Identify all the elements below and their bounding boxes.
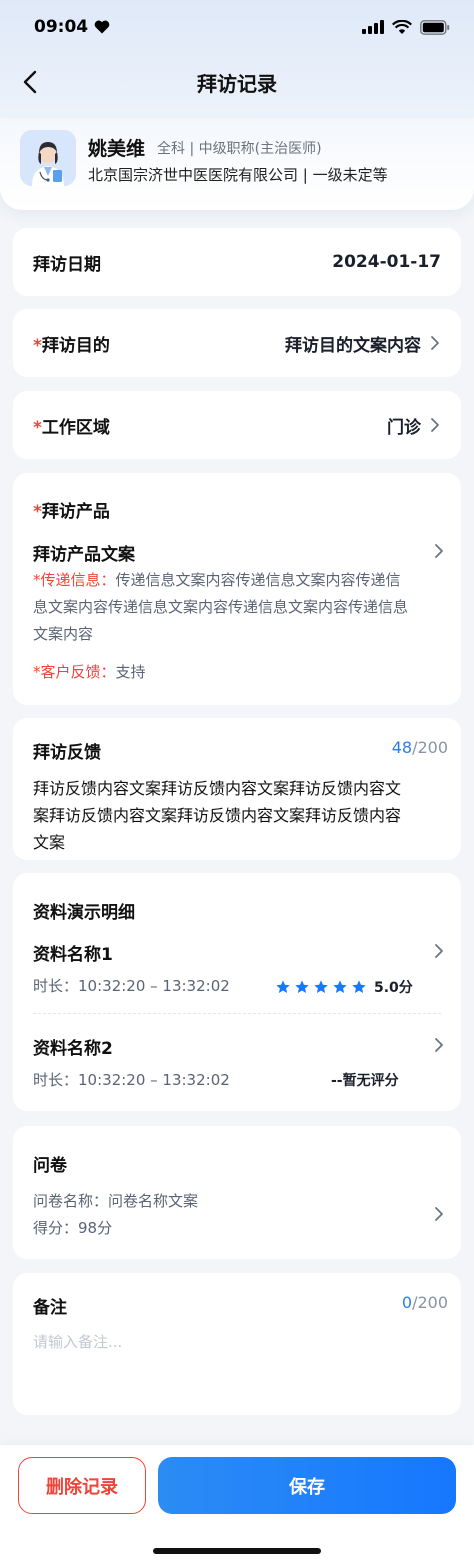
material-duration: 时长：10:32:20 – 13:32:02 <box>33 975 230 996</box>
doctor-card: 姚美维 全科 | 中级职称(主治医师) 北京国宗济世中医医院有限公司 | 一级未… <box>0 118 474 210</box>
visit-date-label: 拜访日期 <box>33 254 101 275</box>
material-duration-value: 10:32:20 – 13:32:02 <box>78 977 230 995</box>
save-button[interactable]: 保存 <box>158 1457 456 1514</box>
signal-icon <box>362 20 384 34</box>
visit-feedback-counter: 48/200 <box>392 738 448 757</box>
star-rating: 5.0分 <box>275 977 413 997</box>
visit-date-row[interactable]: 拜访日期 2024-01-17 <box>13 228 461 296</box>
material-duration: 时长：10:32:20 – 13:32:02 <box>33 1069 230 1090</box>
questionnaire-label: 问卷 <box>33 1156 67 1176</box>
remarks-label: 备注 <box>33 1298 67 1318</box>
doctor-title: 全科 | 中级职称(主治医师) <box>157 141 322 157</box>
status-left: 09:04 <box>34 17 110 37</box>
customer-feedback: *客户反馈：支持 <box>33 661 146 682</box>
materials-card: 资料演示明细 资料名称1 时长：10:32:20 – 13:32:02 5.0分… <box>13 873 461 1111</box>
delivery-info-line-1: *传递信息：传递信息文案内容传递信息文案内容传递信 <box>33 567 447 594</box>
visit-product-label: 拜访产品 <box>41 502 110 522</box>
page-title: 拜访记录 <box>197 71 277 96</box>
required-mark: * <box>33 417 42 438</box>
battery-icon <box>420 19 450 35</box>
delivery-info-label: *传递信息： <box>33 571 116 589</box>
chevron-right-icon <box>435 1038 443 1052</box>
work-area-label: 工作区域 <box>41 417 110 438</box>
material-score: --暂无评分 <box>331 1073 399 1089</box>
home-indicator <box>153 1548 321 1554</box>
material-score: 5.0分 <box>374 980 413 996</box>
required-mark: * <box>33 502 42 522</box>
visit-product-item[interactable]: 拜访产品文案 <box>13 533 461 567</box>
delivery-info-text-2: 息文案内容传递信息文案内容传递信息文案内容传递信息 <box>33 598 409 616</box>
remarks-count: 0 <box>401 1293 413 1312</box>
customer-feedback-label: *客户反馈： <box>33 663 116 681</box>
visit-purpose-row[interactable]: *拜访目的 拜访目的文案内容 <box>13 309 461 377</box>
visit-purpose-label: 拜访目的 <box>41 335 110 356</box>
work-area-row[interactable]: *工作区域 门诊 <box>13 391 461 459</box>
materials-label: 资料演示明细 <box>33 903 135 923</box>
status-time: 09:04 <box>34 17 89 37</box>
delivery-info: *传递信息：传递信息文案内容传递信息文案内容传递信 息文案内容传递信息文案内容传… <box>33 567 447 648</box>
visit-feedback-text: 拜访反馈内容文案拜访反馈内容文案拜访反馈内容文 案拜访反馈内容文案拜访反馈内容文… <box>33 775 453 856</box>
visit-feedback-count: 48 <box>391 738 413 757</box>
work-area-value: 门诊 <box>387 417 421 438</box>
customer-feedback-value: 支持 <box>115 663 146 681</box>
material-item[interactable]: 资料名称2 时长：10:32:20 – 13:32:02 --暂无评分 <box>13 1027 461 1105</box>
material-name: 资料名称2 <box>33 1039 113 1059</box>
star-icon <box>295 980 309 993</box>
doctor-name: 姚美维 <box>88 138 146 160</box>
material-duration-label: 时长： <box>33 1071 79 1089</box>
delivery-info-text-1: 传递信息文案内容传递信息文案内容传递信 <box>115 571 401 589</box>
required-mark: * <box>33 335 42 356</box>
work-area-label-wrap: *工作区域 <box>33 413 110 438</box>
visit-feedback-line-2: 案拜访反馈内容文案拜访反馈内容文案拜访反馈内容 <box>33 806 402 825</box>
visit-feedback-max: /200 <box>412 738 448 757</box>
visit-purpose-label-wrap: *拜访目的 <box>33 331 110 356</box>
wifi-icon <box>392 19 412 34</box>
visit-date-value: 2024-01-17 <box>332 252 441 272</box>
visit-feedback-card[interactable]: 拜访反馈 48/200 拜访反馈内容文案拜访反馈内容文案拜访反馈内容文 案拜访反… <box>13 718 461 860</box>
heart-icon <box>94 20 110 34</box>
visit-product-name: 拜访产品文案 <box>33 545 135 565</box>
visit-product-label-wrap: *拜访产品 <box>33 497 110 522</box>
chevron-right-icon <box>431 336 439 350</box>
chevron-right-icon <box>431 418 439 432</box>
star-icon <box>276 980 290 993</box>
remarks-max: /200 <box>412 1293 448 1312</box>
doctor-avatar-icon <box>20 130 76 186</box>
remarks-counter: 0/200 <box>402 1293 448 1312</box>
delivery-info-text-3: 文案内容 <box>33 625 94 643</box>
star-icon <box>333 980 347 993</box>
nav-bar: 拜访记录 <box>0 56 474 108</box>
visit-feedback-label: 拜访反馈 <box>33 743 101 763</box>
chevron-left-icon <box>23 70 37 94</box>
questionnaire-card[interactable]: 问卷 问卷名称：问卷名称文案 得分：98分 <box>13 1126 461 1259</box>
chevron-right-icon <box>435 944 443 958</box>
remarks-card: 备注 0/200 <box>13 1273 461 1415</box>
divider <box>33 1013 441 1014</box>
material-name: 资料名称1 <box>33 945 113 965</box>
visit-feedback-line-1: 拜访反馈内容文案拜访反馈内容文案拜访反馈内容文 <box>33 779 402 798</box>
chevron-right-icon <box>435 1207 443 1221</box>
work-area-value-wrap: 门诊 <box>387 413 441 438</box>
status-bar: 09:04 <box>0 0 474 54</box>
chevron-right-icon <box>435 544 443 558</box>
questionnaire-score: 得分：98分 <box>33 1219 113 1237</box>
avatar <box>20 130 76 186</box>
star-icon <box>352 980 366 993</box>
back-button[interactable] <box>12 64 48 100</box>
doctor-hospital: 北京国宗济世中医医院有限公司 | 一级未定等 <box>88 166 388 184</box>
visit-purpose-value-wrap: 拜访目的文案内容 <box>285 331 441 356</box>
star-icon <box>314 980 328 993</box>
remarks-input[interactable] <box>33 1331 441 1401</box>
visit-product-card: *拜访产品 拜访产品文案 *传递信息：传递信息文案内容传递信息文案内容传递信 息… <box>13 473 461 705</box>
material-duration-value: 10:32:20 – 13:32:02 <box>78 1071 230 1089</box>
material-item[interactable]: 资料名称1 时长：10:32:20 – 13:32:02 5.0分 <box>13 933 461 1011</box>
status-right <box>362 19 450 35</box>
visit-purpose-value: 拜访目的文案内容 <box>285 335 421 356</box>
visit-feedback-line-3: 文案 <box>33 833 66 852</box>
material-duration-label: 时长： <box>33 977 79 995</box>
questionnaire-name: 问卷名称：问卷名称文案 <box>33 1192 199 1210</box>
delete-record-button[interactable]: 删除记录 <box>18 1457 146 1514</box>
